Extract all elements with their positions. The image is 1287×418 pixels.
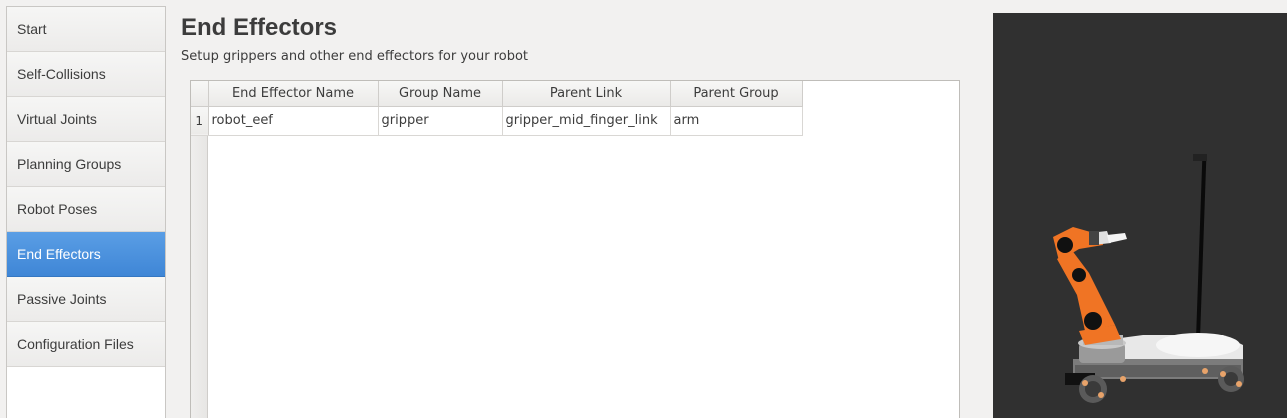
robot-model-render <box>1053 154 1244 403</box>
sidebar-item-robot-poses[interactable]: Robot Poses <box>7 187 165 232</box>
cell-group-name[interactable]: gripper <box>378 106 503 136</box>
sidebar-item-end-effectors[interactable]: End Effectors <box>7 232 165 277</box>
sidebar-item-configuration-files[interactable]: Configuration Files <box>7 322 165 367</box>
sidebar-item-passive-joints[interactable]: Passive Joints <box>7 277 165 322</box>
table-grid: End Effector Name Group Name Parent Link… <box>191 81 803 136</box>
sidebar-item-self-collisions[interactable]: Self-Collisions <box>7 52 165 97</box>
page-subtitle: Setup grippers and other end effectors f… <box>181 49 528 64</box>
table-corner-button[interactable] <box>191 81 209 107</box>
cell-parent-group[interactable]: arm <box>670 106 803 136</box>
table-header-row: End Effector Name Group Name Parent Link… <box>191 81 803 107</box>
column-header-group-name[interactable]: Group Name <box>378 81 503 107</box>
main-panel: End Effectors Setup grippers and other e… <box>181 12 961 64</box>
robot-3d-viewer[interactable] <box>993 13 1287 418</box>
sidebar-item-virtual-joints[interactable]: Virtual Joints <box>7 97 165 142</box>
row-number-strip <box>191 107 208 418</box>
cell-parent-link[interactable]: gripper_mid_finger_link <box>502 106 671 136</box>
sidebar-nav: Start Self-Collisions Virtual Joints Pla… <box>6 6 166 418</box>
sidebar-item-planning-groups[interactable]: Planning Groups <box>7 142 165 187</box>
end-effectors-table: End Effector Name Group Name Parent Link… <box>190 80 960 418</box>
cell-end-effector-name[interactable]: robot_eef <box>208 106 379 136</box>
page-title: End Effectors <box>181 14 338 41</box>
column-header-parent-link[interactable]: Parent Link <box>502 81 671 107</box>
table-row[interactable]: 1 robot_eef gripper gripper_mid_finger_l… <box>191 106 803 136</box>
row-number[interactable]: 1 <box>191 106 209 136</box>
sidebar-item-start[interactable]: Start <box>7 7 165 52</box>
column-header-parent-group[interactable]: Parent Group <box>670 81 803 107</box>
column-header-end-effector-name[interactable]: End Effector Name <box>208 81 379 107</box>
